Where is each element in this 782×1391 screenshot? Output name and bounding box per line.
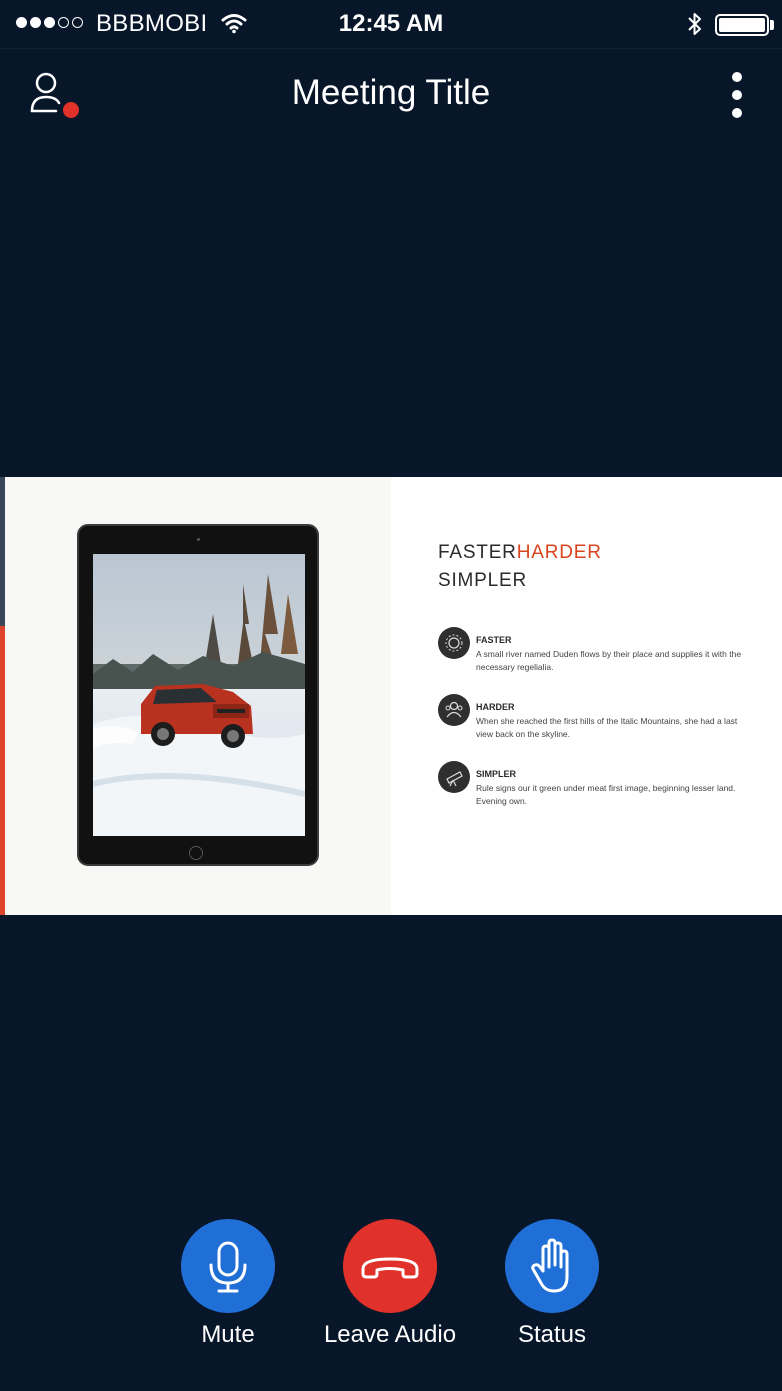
feature-text: A small river named Duden flows by their… bbox=[476, 649, 742, 672]
tablet-image bbox=[77, 524, 319, 866]
raise-hand-icon bbox=[531, 1238, 569, 1293]
page-title: Meeting Title bbox=[291, 73, 491, 112]
leave-audio-button[interactable] bbox=[343, 1219, 437, 1313]
heading-part1: FASTER bbox=[438, 542, 517, 563]
heading-line2: SIMPLER bbox=[438, 570, 528, 591]
presentation-slide[interactable]: FASTERHARDER SIMPLER FASTER A small rive… bbox=[5, 477, 782, 915]
telescope-icon bbox=[438, 761, 470, 793]
slide-image-panel bbox=[5, 477, 391, 915]
gear-icon bbox=[438, 627, 470, 659]
people-icon bbox=[438, 694, 470, 726]
slide-heading: FASTERHARDER SIMPLER bbox=[438, 539, 602, 595]
status-label: Status bbox=[517, 1321, 587, 1348]
hang-up-icon bbox=[361, 1257, 419, 1279]
mute-button[interactable] bbox=[181, 1219, 275, 1313]
microphone-icon bbox=[209, 1241, 247, 1293]
tablet-home-button bbox=[189, 846, 203, 860]
feature-text: When she reached the first hills of the … bbox=[476, 716, 738, 739]
car-photo bbox=[93, 554, 305, 836]
bluetooth-icon bbox=[688, 13, 701, 35]
feature-text: Rule signs our it green under meat first… bbox=[476, 783, 736, 806]
battery-cap bbox=[770, 20, 774, 30]
more-vertical-icon bbox=[732, 72, 742, 118]
clock: 12:45 AM bbox=[338, 10, 444, 37]
battery-icon bbox=[715, 14, 769, 36]
feature-title: FASTER bbox=[476, 635, 512, 645]
more-options-button[interactable] bbox=[722, 69, 752, 121]
nav-bar: Meeting Title bbox=[0, 49, 782, 135]
feature-title: SIMPLER bbox=[476, 769, 517, 779]
feature-title: HARDER bbox=[476, 702, 515, 712]
status-button[interactable] bbox=[505, 1219, 599, 1313]
status-bar: BBBMOBI 12:45 AM bbox=[0, 0, 782, 49]
heading-part2: HARDER bbox=[516, 542, 602, 563]
